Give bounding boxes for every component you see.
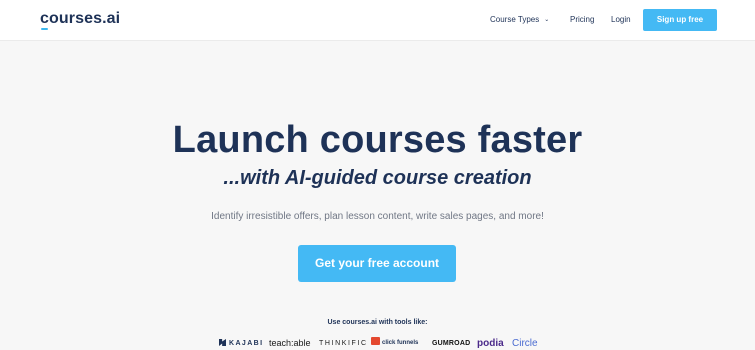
logo-word: ourses: [49, 10, 103, 27]
podia-logo: podia: [477, 338, 504, 349]
hero-subheadline: ...with AI-guided course creation: [223, 167, 532, 189]
clickfunnels-logo-text: click funnels: [382, 340, 419, 346]
thinkific-logo: THINKIFIC: [319, 340, 368, 347]
logo-suffix: .ai: [102, 10, 121, 27]
kajabi-logo-text: KAJABI: [229, 340, 264, 347]
hero-description: Identify irresistible offers, plan lesso…: [211, 211, 544, 222]
nav-login-link[interactable]: Login: [611, 15, 631, 24]
tools-logo-row: KAJABI teach:able THINKIFIC click funnel…: [219, 337, 549, 350]
nav-course-types-label: Course Types: [490, 15, 540, 24]
kajabi-mark-icon: [219, 339, 226, 346]
top-navigation-bar: courses.ai Course Types ⌄ Pricing Login S…: [0, 0, 755, 41]
tools-caption: Use courses.ai with tools like:: [327, 319, 428, 326]
clickfunnels-badge-icon: [371, 337, 380, 345]
nav-pricing-link[interactable]: Pricing: [570, 15, 594, 24]
logo-letter-c: c: [40, 10, 49, 30]
hero-headline: Launch courses faster: [172, 119, 583, 161]
clickfunnels-logo: click funnels: [371, 337, 418, 350]
courses-ai-logo[interactable]: courses.ai: [40, 10, 121, 30]
sign-up-free-button[interactable]: Sign up free: [643, 9, 717, 31]
get-free-account-button[interactable]: Get your free account: [298, 245, 456, 282]
teachable-logo: teach:able: [269, 338, 311, 348]
nav-course-types-dropdown[interactable]: Course Types ⌄: [490, 15, 549, 24]
gumroad-logo: GUMROAD: [432, 340, 471, 347]
circle-logo: Circle: [512, 338, 538, 349]
chevron-down-icon: ⌄: [544, 17, 550, 23]
kajabi-logo: KAJABI: [219, 337, 263, 350]
